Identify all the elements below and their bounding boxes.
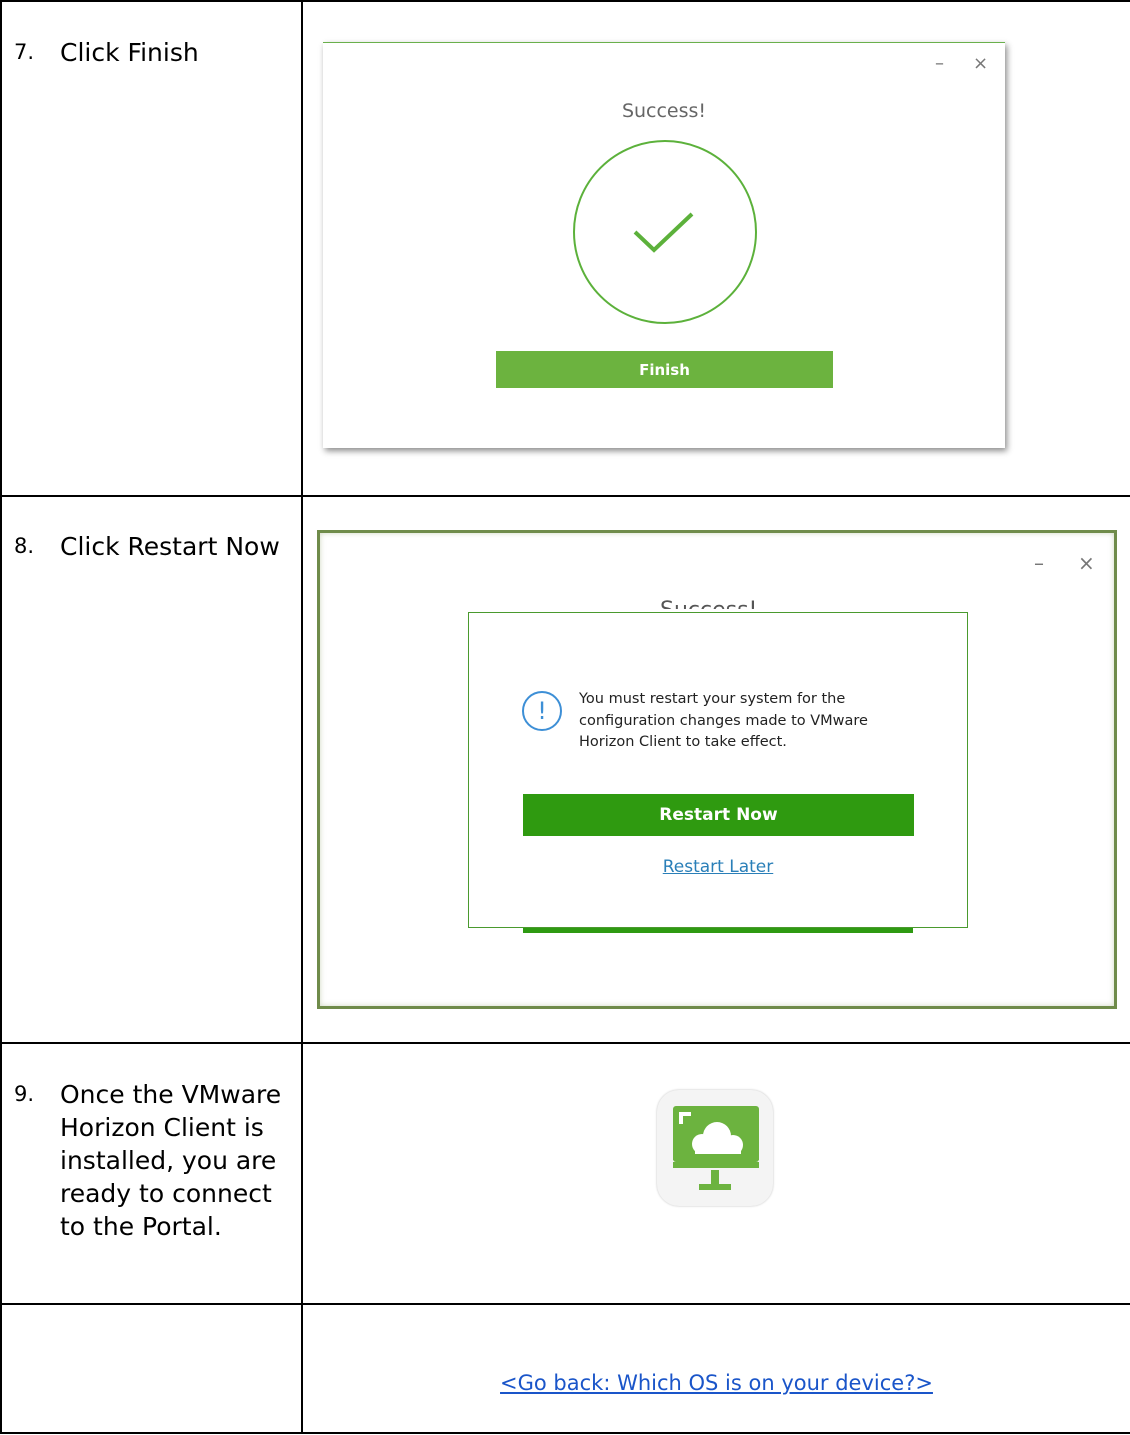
success-title: Success! xyxy=(621,100,707,122)
table-border-bottom xyxy=(0,1432,1130,1434)
restart-later-link[interactable]: Restart Later xyxy=(469,857,967,877)
restart-window-screenshot: – × Success! ! You must restart your sys… xyxy=(317,530,1117,1009)
table-border-left xyxy=(0,0,2,1434)
step-number: 8. xyxy=(14,534,35,558)
restart-message: You must restart your system for the con… xyxy=(579,691,868,750)
step-instruction: Click Finish xyxy=(60,38,199,67)
row-divider xyxy=(0,1303,1130,1305)
monitor-cloud-icon xyxy=(673,1106,759,1190)
row-divider xyxy=(0,495,1130,497)
close-icon[interactable]: × xyxy=(973,53,988,74)
minimize-icon[interactable]: – xyxy=(935,53,944,74)
restart-dialog: ! You must restart your system for the c… xyxy=(468,612,968,928)
finish-button[interactable]: Finish xyxy=(496,351,833,388)
minimize-icon[interactable]: – xyxy=(1034,551,1044,575)
background-success-title: Success! xyxy=(660,595,780,609)
close-icon[interactable]: × xyxy=(1078,551,1095,575)
step-number: 7. xyxy=(14,40,35,64)
success-window-screenshot: – × Success! Finish xyxy=(323,42,1005,448)
column-divider xyxy=(301,0,303,1434)
go-back-link[interactable]: <Go back: Which OS is on your device?> xyxy=(303,1371,1130,1395)
step-instruction: Click Restart Now xyxy=(60,532,280,561)
row-divider xyxy=(0,1042,1130,1044)
vmware-horizon-client-icon xyxy=(657,1090,773,1206)
step-instruction: Once the VMware Horizon Client is instal… xyxy=(60,1080,282,1241)
table-border-top xyxy=(0,0,1130,2)
restart-now-button[interactable]: Restart Now xyxy=(523,794,914,836)
checkmark-icon xyxy=(633,212,694,253)
info-icon: ! xyxy=(522,691,562,731)
step-number: 9. xyxy=(14,1082,35,1106)
